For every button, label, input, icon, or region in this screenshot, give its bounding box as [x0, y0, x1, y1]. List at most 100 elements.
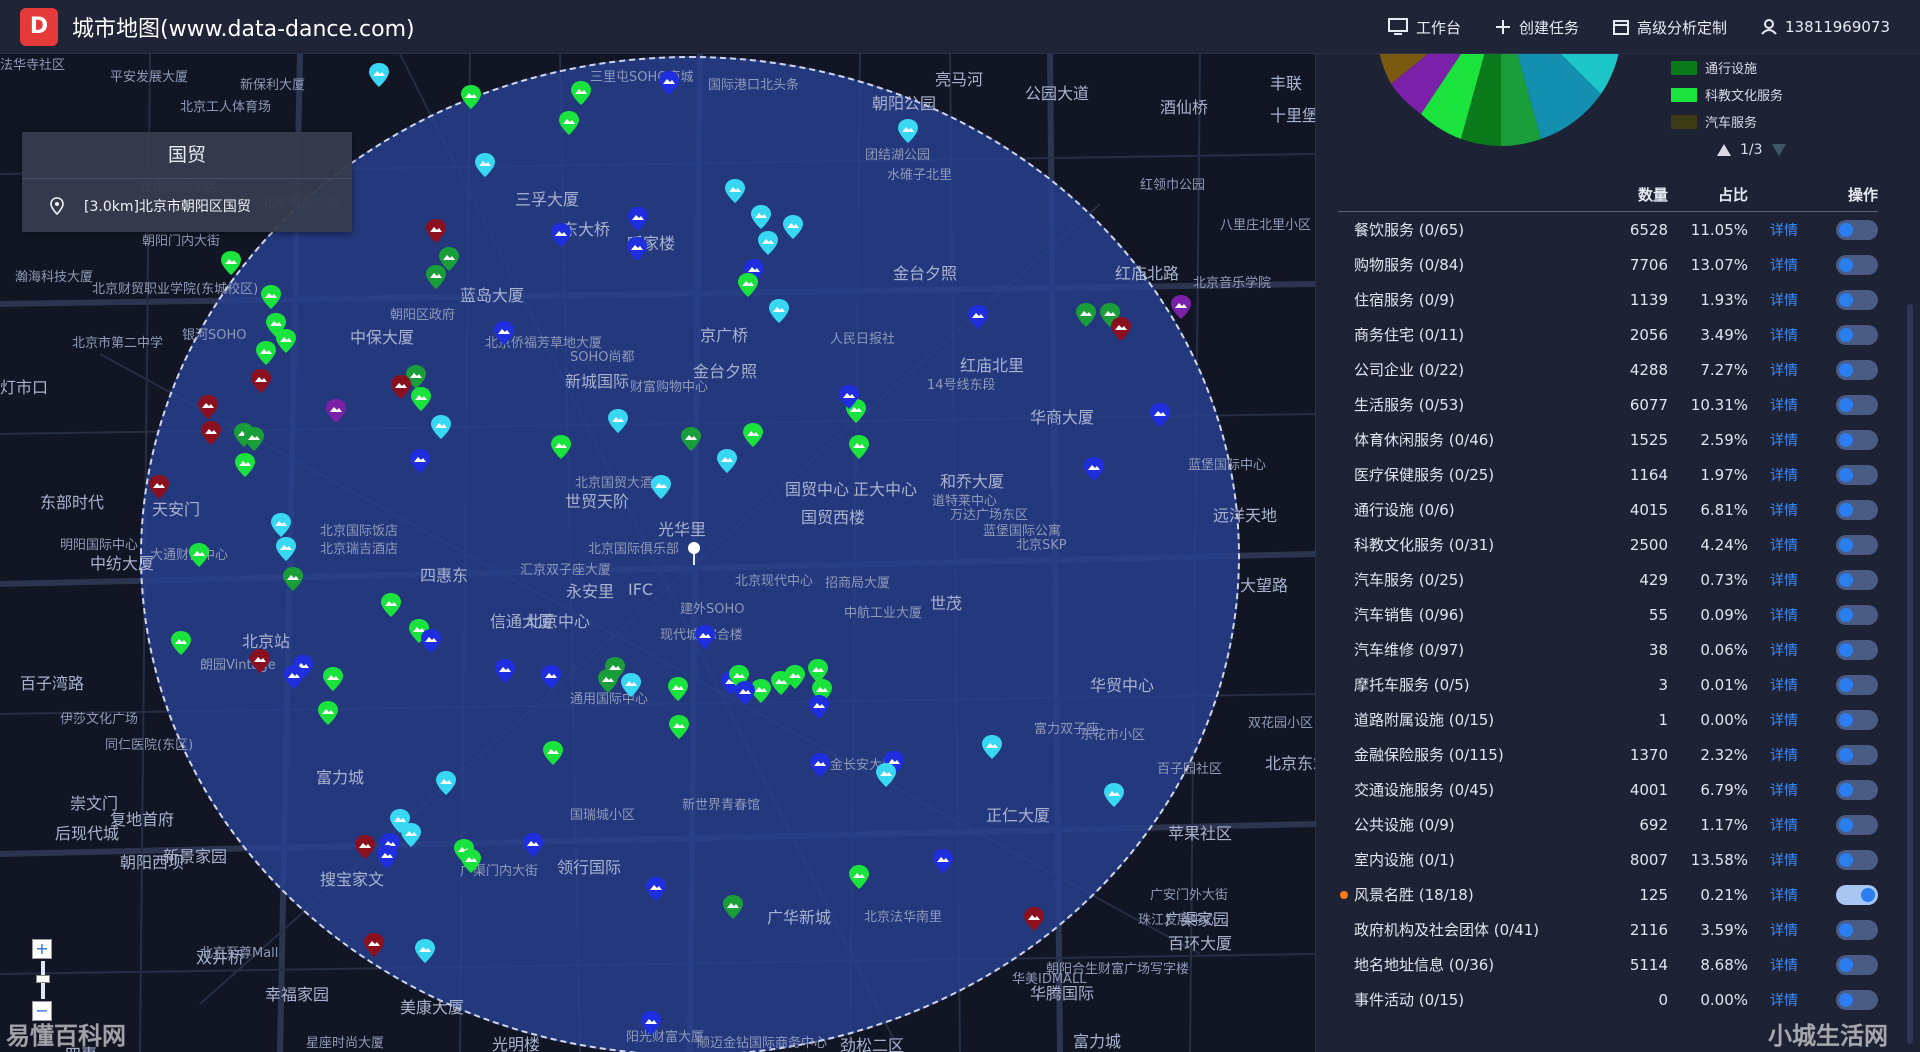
poi-marker-icon[interactable] — [558, 110, 580, 136]
poi-marker-icon[interactable] — [197, 394, 219, 420]
poi-marker-icon[interactable] — [220, 250, 242, 276]
poi-marker-icon[interactable] — [410, 386, 432, 412]
poi-marker-icon[interactable] — [542, 740, 564, 766]
poi-marker-icon[interactable] — [425, 218, 447, 244]
poi-marker-icon[interactable] — [400, 822, 422, 848]
poi-marker-icon[interactable] — [275, 328, 297, 354]
poi-marker-icon[interactable] — [380, 592, 402, 618]
poi-marker-icon[interactable] — [255, 340, 277, 366]
poi-marker-icon[interactable] — [200, 420, 222, 446]
poi-marker-icon[interactable] — [784, 664, 806, 690]
zoom-in-button[interactable]: + — [32, 939, 52, 959]
zoom-slider-thumb[interactable] — [36, 975, 50, 983]
poi-marker-icon[interactable] — [368, 62, 390, 88]
poi-marker-icon[interactable] — [270, 512, 292, 538]
detail-link[interactable]: 详情 — [1748, 430, 1798, 450]
poi-marker-icon[interactable] — [363, 932, 385, 958]
category-toggle[interactable] — [1836, 744, 1878, 765]
legend-item[interactable]: 通行设施 — [1671, 54, 1783, 81]
category-toggle[interactable] — [1836, 954, 1878, 975]
category-toggle[interactable] — [1836, 254, 1878, 275]
poi-marker-icon[interactable] — [474, 152, 496, 178]
category-toggle[interactable] — [1836, 394, 1878, 415]
search-title[interactable]: 国贸 — [22, 132, 352, 179]
poi-marker-icon[interactable] — [667, 676, 689, 702]
detail-link[interactable]: 详情 — [1748, 990, 1798, 1010]
poi-marker-icon[interactable] — [409, 448, 431, 474]
poi-marker-icon[interactable] — [620, 672, 642, 698]
poi-marker-icon[interactable] — [640, 1010, 662, 1036]
detail-link[interactable]: 详情 — [1748, 570, 1798, 590]
map-canvas[interactable]: 平安发展大厦 新保利大厦 北京工人体育场 三里屯SOHO商城 国际港口北头条 亮马河 朝阳公… — [0, 54, 1315, 1052]
poi-marker-icon[interactable] — [376, 844, 398, 870]
poi-marker-icon[interactable] — [250, 368, 272, 394]
pager-down-icon[interactable] — [1771, 143, 1787, 157]
poi-marker-icon[interactable] — [414, 938, 436, 964]
category-toggle[interactable] — [1836, 534, 1878, 555]
poi-marker-icon[interactable] — [275, 536, 297, 562]
category-toggle[interactable] — [1836, 989, 1878, 1010]
detail-link[interactable]: 详情 — [1748, 885, 1798, 905]
poi-marker-icon[interactable] — [283, 664, 305, 690]
poi-marker-icon[interactable] — [680, 426, 702, 452]
app-logo[interactable]: D — [20, 7, 58, 46]
detail-link[interactable]: 详情 — [1748, 605, 1798, 625]
poi-marker-icon[interactable] — [438, 246, 460, 272]
detail-link[interactable]: 详情 — [1748, 535, 1798, 555]
poi-marker-icon[interactable] — [848, 864, 870, 890]
poi-marker-icon[interactable] — [1170, 294, 1192, 320]
create-task-button[interactable]: 创建任务 — [1495, 17, 1579, 38]
detail-link[interactable]: 详情 — [1748, 745, 1798, 765]
poi-marker-icon[interactable] — [1110, 316, 1132, 342]
poi-marker-icon[interactable] — [668, 714, 690, 740]
poi-marker-icon[interactable] — [722, 894, 744, 920]
poi-marker-icon[interactable] — [317, 700, 339, 726]
workbench-button[interactable]: 工作台 — [1387, 17, 1461, 38]
poi-marker-icon[interactable] — [645, 876, 667, 902]
poi-marker-icon[interactable] — [550, 434, 572, 460]
poi-marker-icon[interactable] — [734, 680, 756, 706]
poi-marker-icon[interactable] — [694, 624, 716, 650]
poi-marker-icon[interactable] — [932, 848, 954, 874]
poi-marker-icon[interactable] — [716, 448, 738, 474]
category-toggle[interactable] — [1836, 289, 1878, 310]
poi-marker-icon[interactable] — [390, 374, 412, 400]
poi-marker-icon[interactable] — [838, 384, 860, 410]
detail-link[interactable]: 详情 — [1748, 465, 1798, 485]
poi-marker-icon[interactable] — [188, 542, 210, 568]
detail-link[interactable]: 详情 — [1748, 955, 1798, 975]
poi-marker-icon[interactable] — [848, 434, 870, 460]
poi-marker-icon[interactable] — [809, 752, 831, 778]
poi-marker-icon[interactable] — [626, 236, 648, 262]
poi-marker-icon[interactable] — [243, 426, 265, 452]
user-menu[interactable]: 13811969073 — [1761, 18, 1890, 36]
poi-marker-icon[interactable] — [981, 734, 1003, 760]
poi-marker-icon[interactable] — [724, 178, 746, 204]
detail-link[interactable]: 详情 — [1748, 500, 1798, 520]
poi-marker-icon[interactable] — [737, 272, 759, 298]
poi-marker-icon[interactable] — [782, 214, 804, 240]
poi-marker-icon[interactable] — [607, 408, 629, 434]
poi-marker-icon[interactable] — [1149, 402, 1171, 428]
category-toggle[interactable] — [1836, 884, 1878, 905]
detail-link[interactable]: 详情 — [1748, 815, 1798, 835]
poi-marker-icon[interactable] — [627, 206, 649, 232]
poi-marker-icon[interactable] — [170, 630, 192, 656]
poi-marker-icon[interactable] — [897, 118, 919, 144]
category-toggle[interactable] — [1836, 604, 1878, 625]
poi-marker-icon[interactable] — [420, 628, 442, 654]
zoom-slider[interactable] — [36, 961, 50, 999]
poi-marker-icon[interactable] — [658, 70, 680, 96]
poi-marker-icon[interactable] — [875, 762, 897, 788]
poi-marker-icon[interactable] — [322, 666, 344, 692]
detail-link[interactable]: 详情 — [1748, 395, 1798, 415]
poi-marker-icon[interactable] — [808, 694, 830, 720]
poi-marker-icon[interactable] — [650, 474, 672, 500]
poi-marker-icon[interactable] — [1023, 906, 1045, 932]
poi-marker-icon[interactable] — [540, 664, 562, 690]
legend-item[interactable]: 汽车服务 — [1671, 108, 1783, 135]
poi-marker-icon[interactable] — [550, 222, 572, 248]
poi-marker-icon[interactable] — [1075, 302, 1097, 328]
detail-link[interactable]: 详情 — [1748, 710, 1798, 730]
poi-marker-icon[interactable] — [493, 320, 515, 346]
